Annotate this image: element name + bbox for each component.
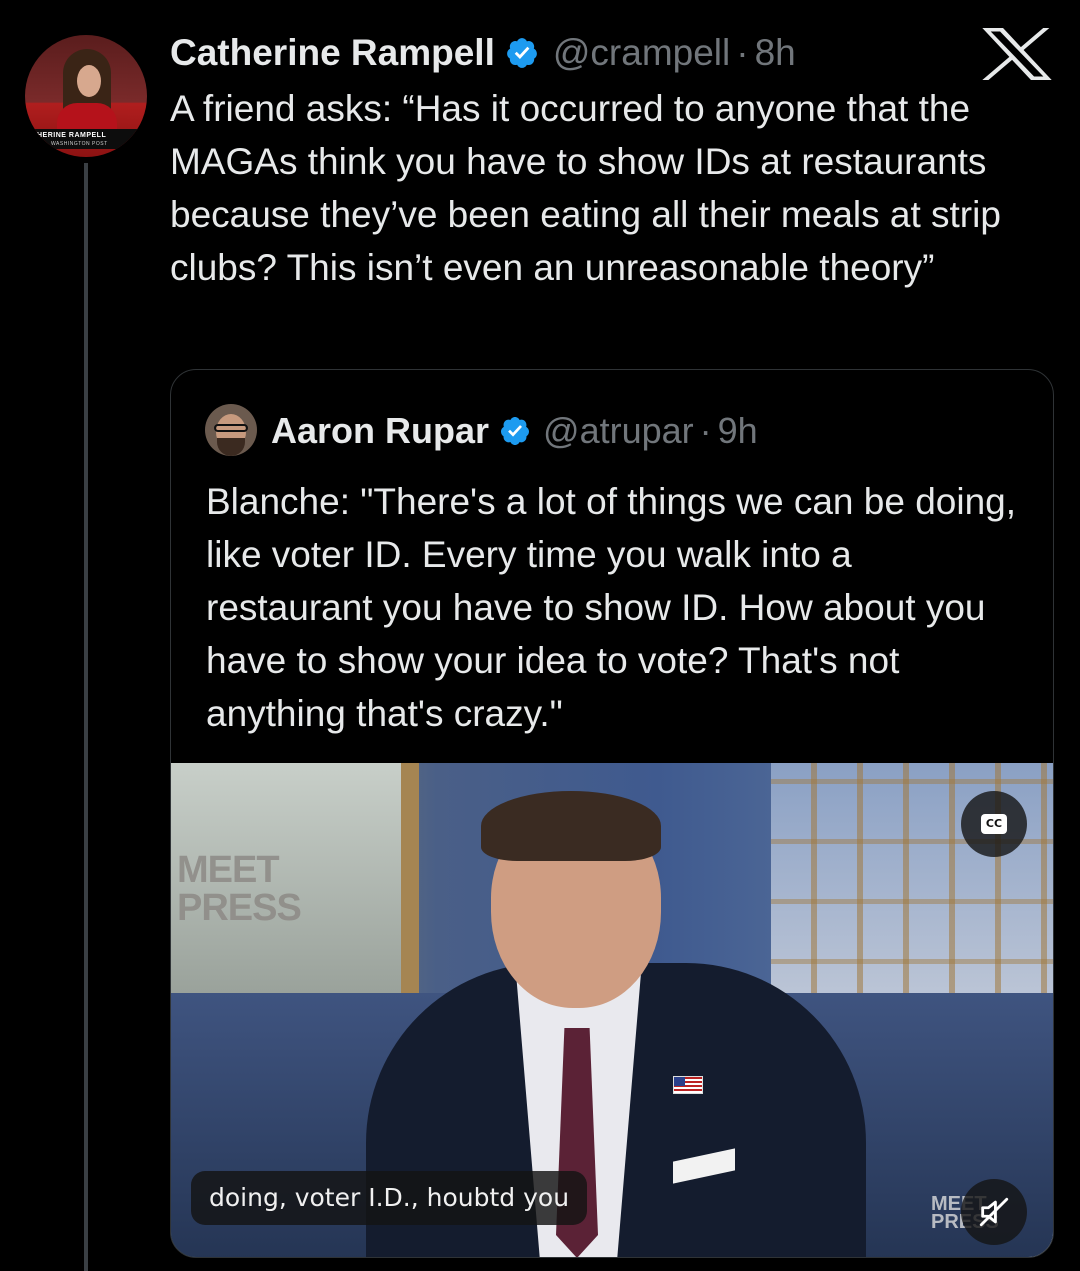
tweet-text: A friend asks: “Has it occurred to anyon… — [170, 88, 1001, 288]
video-player[interactable]: MEET PRESS CC doing, voter I.D., houbtd y… — [171, 763, 1053, 1257]
quote-avatar-beard — [217, 438, 245, 456]
tweet-timestamp[interactable]: 8h — [755, 32, 796, 74]
avatar-face — [77, 65, 101, 97]
quote-text: Blanche: "There's a lot of things we can… — [206, 481, 1017, 734]
quote-header: Aaron Rupar @atrupar · 9h — [271, 406, 758, 456]
separator-dot: · — [736, 32, 749, 73]
verified-badge-icon — [501, 417, 530, 445]
quote-avatar-glasses — [214, 424, 248, 432]
separator-dot: · — [699, 410, 712, 451]
flag-pin — [673, 1076, 703, 1094]
video-caption: doing, voter I.D., houbtd you — [191, 1171, 588, 1225]
quoted-tweet-card[interactable]: Aaron Rupar @atrupar · 9h Blanche: "Ther… — [170, 369, 1054, 1258]
muted-speaker-icon — [979, 1197, 1009, 1227]
video-speaker-hair — [481, 791, 661, 861]
author-display-name[interactable]: Catherine Rampell — [170, 32, 495, 74]
quote-author-avatar[interactable] — [205, 404, 257, 456]
quote-timestamp[interactable]: 9h — [718, 410, 758, 452]
author-avatar[interactable]: HERINE RAMPELL WASHINGTON POST — [25, 35, 147, 157]
x-logo-icon[interactable] — [982, 28, 1052, 80]
thread-line — [84, 163, 88, 1271]
author-handle[interactable]: @crampell — [553, 32, 730, 74]
mute-button[interactable] — [961, 1179, 1027, 1245]
video-set-backdrop: MEET PRESS — [171, 763, 419, 993]
avatar-banner-text: HERINE RAMPELL — [37, 132, 107, 139]
video-set-logo: MEET PRESS — [177, 849, 302, 929]
tweet-header: Catherine Rampell @crampell · 8h — [170, 26, 796, 80]
verified-badge-icon — [506, 38, 537, 68]
avatar-banner-subtext: WASHINGTON POST — [51, 141, 108, 147]
closed-captions-button[interactable]: CC — [961, 791, 1027, 857]
quote-author-handle[interactable]: @atrupar — [543, 410, 694, 452]
closed-captions-icon: CC — [981, 814, 1007, 834]
avatar-banner: HERINE RAMPELL WASHINGTON POST — [25, 129, 147, 149]
quote-author-display-name[interactable]: Aaron Rupar — [271, 410, 489, 452]
